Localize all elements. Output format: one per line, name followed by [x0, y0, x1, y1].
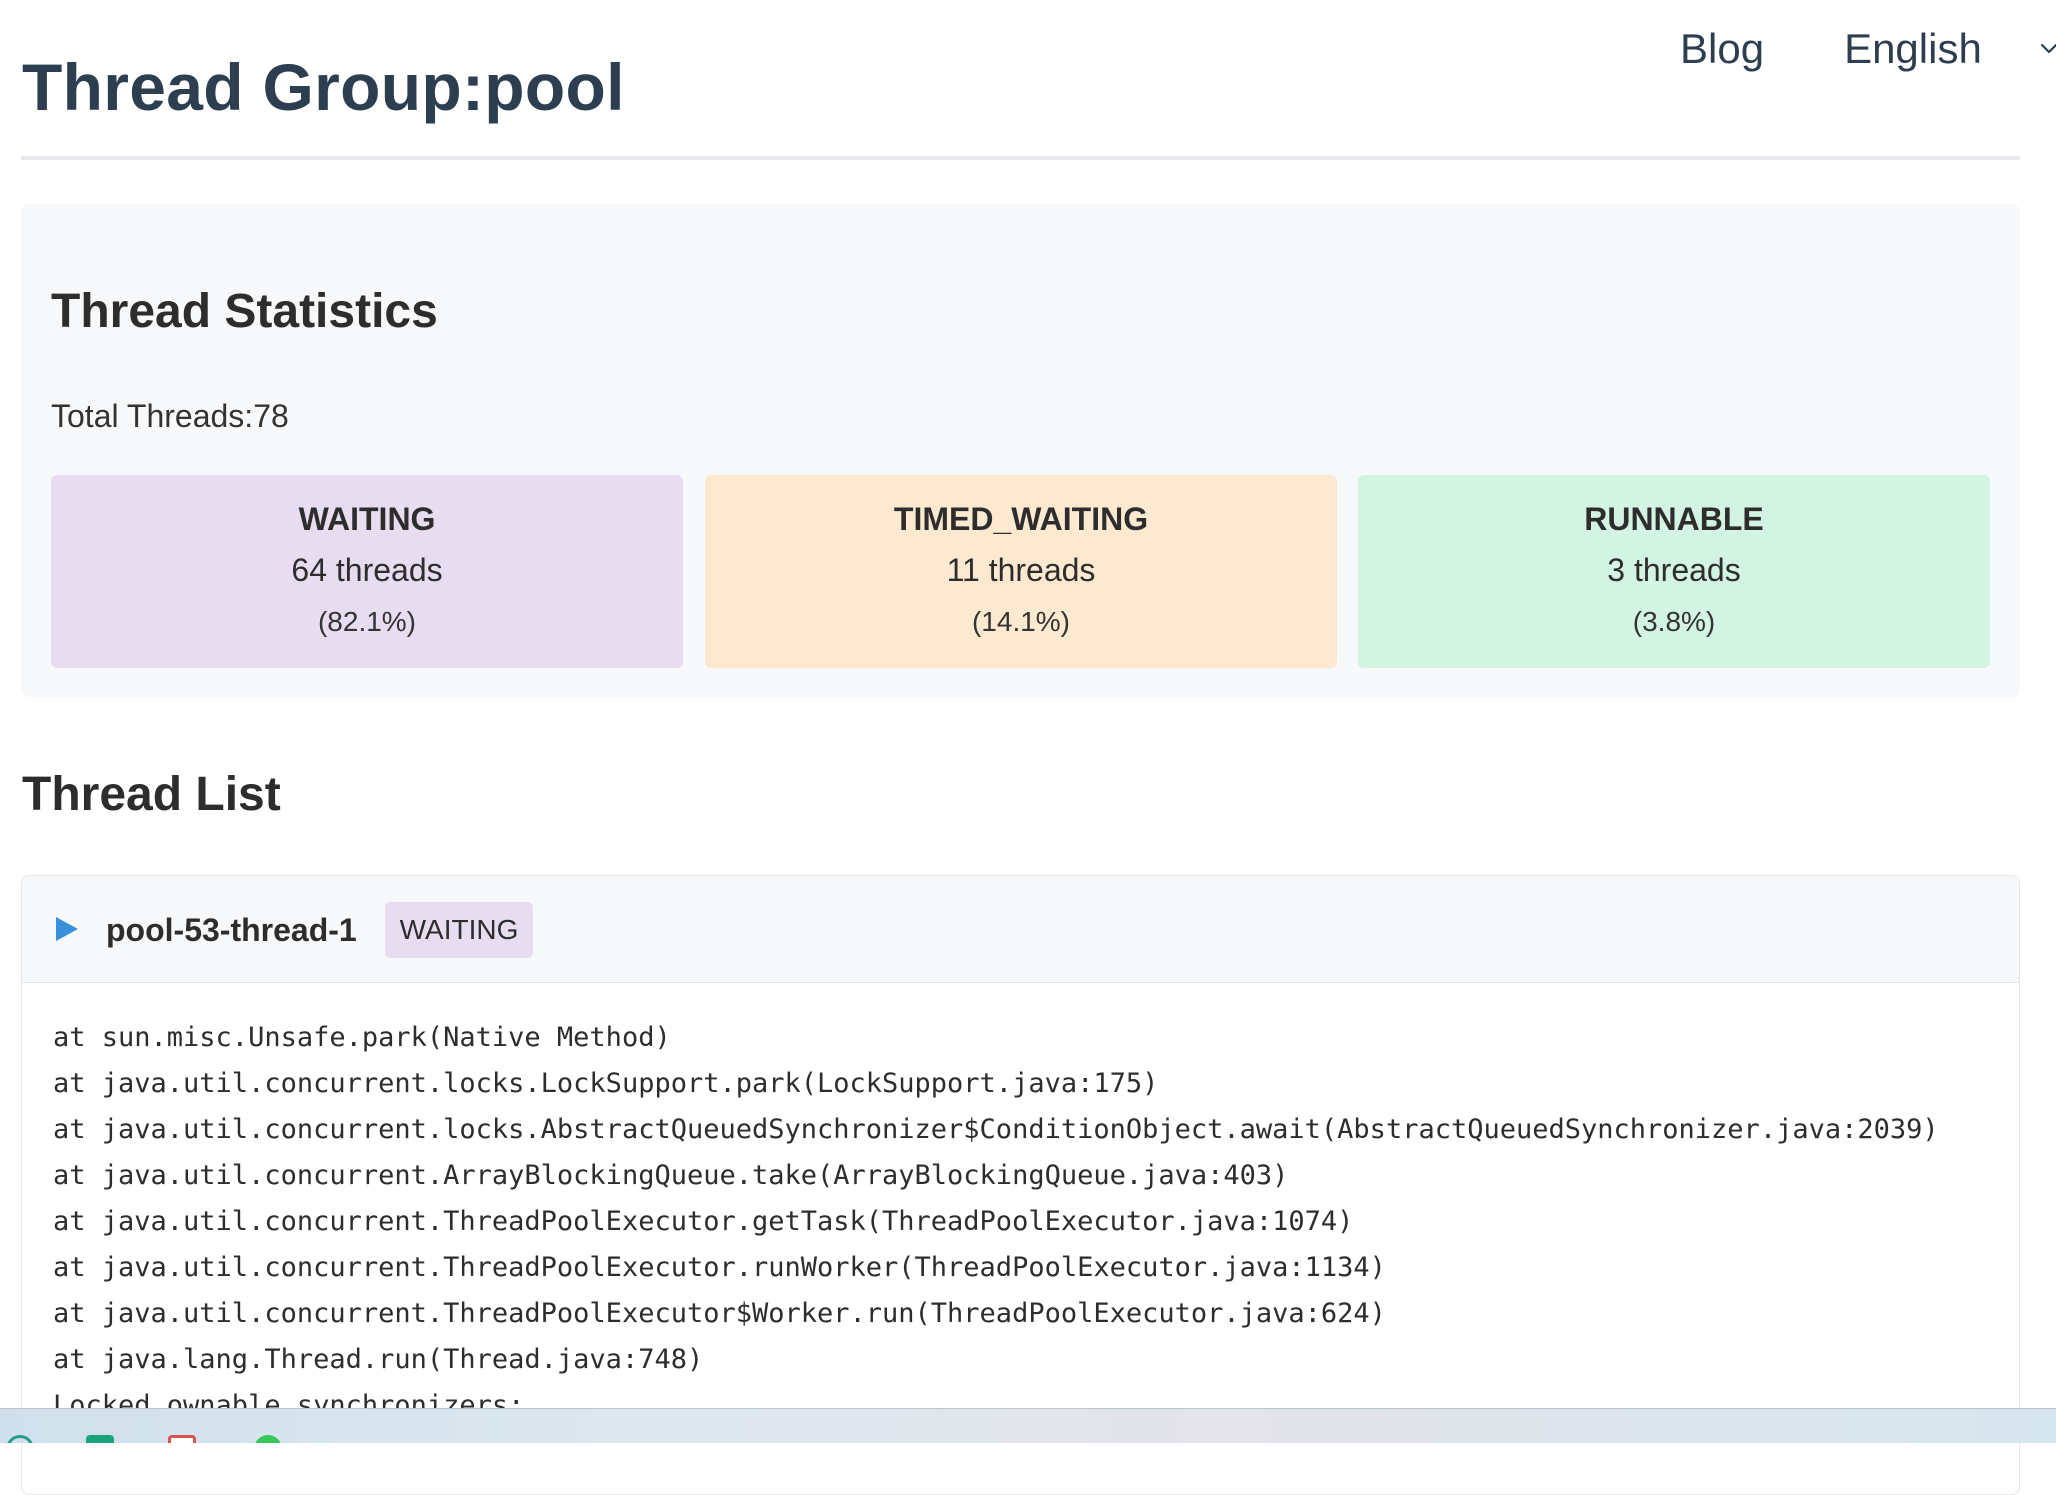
status-badge: WAITING	[385, 902, 533, 958]
stat-card-timed-waiting: TIMED_WAITING 11 threads (14.1%)	[705, 475, 1337, 668]
os-taskbar	[0, 1408, 2056, 1443]
stat-state: TIMED_WAITING	[893, 501, 1149, 537]
stack-trace-line: at java.util.concurrent.locks.AbstractQu…	[53, 1114, 1939, 1145]
stat-card-waiting: WAITING 64 threads (82.1%)	[51, 475, 683, 668]
thread-header[interactable]: pool-53-thread-1 WAITING	[22, 876, 2019, 983]
stack-trace-line: at java.util.concurrent.locks.LockSuppor…	[53, 1068, 1159, 1099]
language-label: English	[1844, 25, 1982, 72]
thread-card: pool-53-thread-1 WAITING at sun.misc.Uns…	[21, 875, 2020, 1495]
total-threads: Total Threads:78	[51, 398, 289, 434]
page-title: Thread Group:pool	[22, 50, 625, 124]
stack-trace-line: at java.util.concurrent.ThreadPoolExecut…	[53, 1298, 1386, 1329]
triangle-right-icon[interactable]	[54, 915, 80, 943]
thread-name: pool-53-thread-1	[106, 912, 357, 948]
stat-percent: (82.1%)	[317, 606, 417, 637]
language-select[interactable]: English	[1844, 25, 2056, 73]
stack-trace-line: at java.util.concurrent.ThreadPoolExecut…	[53, 1206, 1354, 1237]
stat-state: WAITING	[298, 501, 436, 537]
thread-list-title: Thread List	[22, 768, 281, 821]
chevron-down-icon	[2040, 43, 2056, 55]
header-nav: Blog English	[1680, 22, 2056, 76]
stack-trace: at sun.misc.Unsafe.park(Native Method) a…	[53, 1015, 1939, 1429]
stack-trace-line: at java.lang.Thread.run(Thread.java:748)	[53, 1344, 704, 1375]
thread-statistics-panel: Thread Statistics Total Threads:78 WAITI…	[21, 204, 2020, 697]
stat-percent: (14.1%)	[971, 606, 1071, 637]
stack-trace-line: at java.util.concurrent.ThreadPoolExecut…	[53, 1252, 1386, 1283]
stack-trace-line: at sun.misc.Unsafe.park(Native Method)	[53, 1022, 671, 1053]
stat-count: 11 threads	[946, 552, 1096, 588]
stack-trace-line: at java.util.concurrent.ArrayBlockingQue…	[53, 1160, 1289, 1191]
stat-card-runnable: RUNNABLE 3 threads (3.8%)	[1358, 475, 1990, 668]
stat-count: 64 threads	[291, 552, 443, 588]
stat-count: 3 threads	[1607, 552, 1741, 588]
header-divider	[21, 156, 2020, 160]
stat-state: RUNNABLE	[1584, 501, 1764, 537]
stat-percent: (3.8%)	[1632, 606, 1716, 637]
blog-link[interactable]: Blog	[1680, 25, 1764, 73]
statistics-title: Thread Statistics	[51, 285, 438, 338]
